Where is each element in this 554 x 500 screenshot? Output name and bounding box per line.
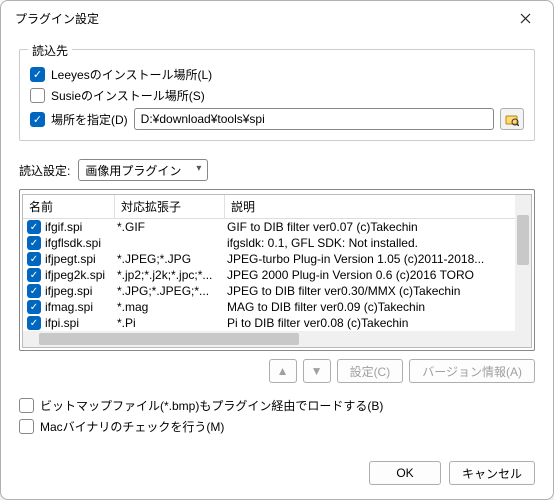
version-info-button[interactable]: バージョン情報(A) [409, 359, 535, 383]
item-checkbox-icon: ✓ [27, 284, 41, 298]
move-down-button[interactable]: ▼ [303, 359, 331, 383]
checkbox-unchecked-icon [19, 398, 34, 413]
col-name[interactable]: 名前 [23, 195, 115, 218]
specify-checkbox[interactable]: ✓ [30, 112, 45, 127]
mac-label: Macバイナリのチェックを行う(M) [40, 418, 224, 435]
item-desc: ifgsldk: 0.1, GFL SDK: Not installed. [227, 236, 527, 250]
col-ext[interactable]: 対応拡張子 [115, 195, 225, 218]
mac-checkbox-row[interactable]: Macバイナリのチェックを行う(M) [19, 418, 535, 435]
list-item[interactable]: ✓ ifmag.spi*.magMAG to DIB filter ver0.09… [23, 299, 531, 315]
titlebar: プラグイン設定 [1, 1, 553, 35]
checkbox-unchecked-icon [30, 88, 45, 103]
scrollbar-vertical[interactable] [515, 195, 531, 347]
item-ext: *.jp2;*.j2k;*.jpc;*... [117, 268, 227, 282]
item-name: ifjpeg.spi [45, 284, 117, 298]
checkbox-unchecked-icon [19, 419, 34, 434]
col-desc[interactable]: 説明 [225, 195, 531, 218]
list-header: 名前 対応拡張子 説明 [23, 195, 531, 219]
load-setting-value: 画像用プラグイン [85, 162, 181, 179]
item-ext: *.JPG;*.JPEG;*... [117, 284, 227, 298]
susie-checkbox-row[interactable]: Susieのインストール場所(S) [30, 87, 524, 104]
item-desc: Pi to DIB filter ver0.08 (c)Takechin [227, 316, 527, 330]
item-name: ifjpeg2k.spi [45, 268, 117, 282]
leeyes-checkbox-row[interactable]: ✓ Leeyesのインストール場所(L) [30, 66, 524, 83]
cancel-button[interactable]: キャンセル [449, 461, 535, 485]
load-source-group: 読込先 ✓ Leeyesのインストール場所(L) Susieのインストール場所(… [19, 49, 535, 141]
specify-label: 場所を指定(D) [51, 111, 128, 128]
plugin-rows: ✓ ifgif.spi*.GIFGIF to DIB filter ver0.07… [23, 219, 531, 345]
path-input[interactable] [134, 108, 494, 130]
dialog-window: プラグイン設定 読込先 ✓ Leeyesのインストール場所(L) Susieのイ… [0, 0, 554, 500]
item-name: ifpi.spi [45, 316, 117, 330]
item-name: ifgif.spi [45, 220, 117, 234]
leeyes-label: Leeyesのインストール場所(L) [51, 66, 212, 83]
item-checkbox-icon: ✓ [27, 220, 41, 234]
item-desc: GIF to DIB filter ver0.07 (c)Takechin [227, 220, 527, 234]
dialog-title: プラグイン設定 [15, 10, 99, 27]
item-checkbox-icon: ✓ [27, 236, 41, 250]
checkbox-checked-icon: ✓ [30, 67, 45, 82]
bmp-label: ビットマップファイル(*.bmp)もプラグイン経由でロードする(B) [40, 397, 383, 414]
item-name: ifjpegt.spi [45, 252, 117, 266]
load-setting-select[interactable]: 画像用プラグイン [78, 159, 208, 181]
browse-button[interactable] [500, 108, 524, 130]
search-folder-icon [505, 112, 519, 126]
list-item[interactable]: ✓ ifjpegt.spi*.JPEG;*.JPGJPEG-turbo Plug-… [23, 251, 531, 267]
item-ext: *.JPEG;*.JPG [117, 252, 227, 266]
scroll-thumb-h[interactable] [39, 333, 299, 345]
list-item[interactable]: ✓ ifgflsdk.spi ifgsldk: 0.1, GFL SDK: Not … [23, 235, 531, 251]
close-icon [520, 13, 531, 24]
ok-button[interactable]: OK [369, 461, 441, 485]
item-desc: MAG to DIB filter ver0.09 (c)Takechin [227, 300, 527, 314]
list-item[interactable]: ✓ ifjpeg2k.spi*.jp2;*.j2k;*.jpc;*...JPEG … [23, 267, 531, 283]
load-setting-label: 読込設定: [19, 162, 70, 179]
list-item[interactable]: ✓ ifpi.spi*.PiPi to DIB filter ver0.08 (c… [23, 315, 531, 331]
scrollbar-horizontal[interactable] [23, 331, 515, 347]
item-checkbox-icon: ✓ [27, 300, 41, 314]
list-item[interactable]: ✓ ifjpeg.spi*.JPG;*.JPEG;*...JPEG to DIB … [23, 283, 531, 299]
bmp-checkbox-row[interactable]: ビットマップファイル(*.bmp)もプラグイン経由でロードする(B) [19, 397, 535, 414]
item-checkbox-icon: ✓ [27, 268, 41, 282]
item-desc: JPEG 2000 Plug-in Version 0.6 (c)2016 TO… [227, 268, 527, 282]
close-button[interactable] [505, 4, 545, 32]
move-up-button[interactable]: ▲ [269, 359, 297, 383]
plugin-list-group: 名前 対応拡張子 説明 ✓ ifgif.spi*.GIFGIF to DIB fi… [19, 189, 535, 351]
item-ext: *.GIF [117, 220, 227, 234]
item-name: ifgflsdk.spi [45, 236, 117, 250]
scroll-thumb-v[interactable] [517, 215, 529, 265]
settings-button[interactable]: 設定(C) [337, 359, 404, 383]
item-name: ifmag.spi [45, 300, 117, 314]
item-ext: *.Pi [117, 316, 227, 330]
susie-label: Susieのインストール場所(S) [51, 87, 205, 104]
load-source-label: 読込先 [28, 42, 72, 59]
item-checkbox-icon: ✓ [27, 252, 41, 266]
item-ext: *.mag [117, 300, 227, 314]
item-desc: JPEG-turbo Plug-in Version 1.05 (c)2011-… [227, 252, 527, 266]
item-desc: JPEG to DIB filter ver0.30/MMX (c)Takech… [227, 284, 527, 298]
item-checkbox-icon: ✓ [27, 316, 41, 330]
list-item[interactable]: ✓ ifgif.spi*.GIFGIF to DIB filter ver0.07… [23, 219, 531, 235]
